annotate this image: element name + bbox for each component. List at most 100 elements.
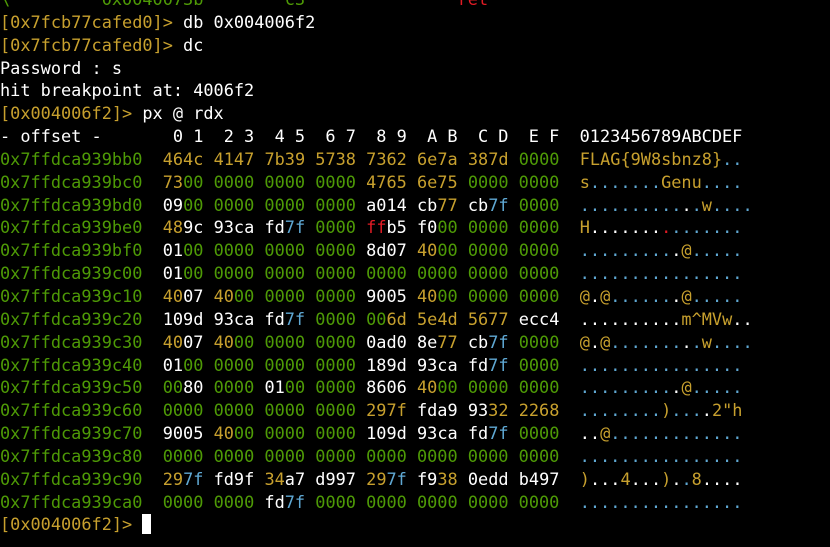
- terminal-text: @: [600, 331, 611, 352]
- terminal-cursor[interactable]: [142, 514, 152, 535]
- terminal-line: 0x7ffdca939bf0 0100 0000 0000 0000 8d07 …: [0, 239, 830, 262]
- terminal-text: 0x7ffdca939c00: [0, 263, 143, 284]
- terminal-text: 01: [162, 240, 184, 261]
- terminal-text: 8606: [366, 377, 407, 398]
- terminal-text: .: [681, 331, 692, 352]
- terminal-text: Genu: [661, 171, 702, 192]
- terminal-text: fd: [467, 354, 489, 375]
- terminal-line: 0x7ffdca939c00 0100 0000 0000 0000 0000 …: [0, 262, 830, 285]
- terminal-text: 8d07: [366, 240, 407, 261]
- terminal-text: .........: [579, 240, 672, 261]
- terminal-text: 0x7ffdca939be0: [0, 217, 143, 238]
- terminal-text: 7f: [284, 217, 306, 238]
- terminal-text: cb: [467, 194, 489, 215]
- terminal-text: 0000 0000: [264, 331, 356, 352]
- terminal-text: 00: [437, 240, 458, 261]
- terminal-line: [0x004006f2]> px @ rdx: [0, 102, 830, 125]
- terminal-text: ..........: [579, 308, 682, 329]
- terminal-text: 77: [437, 331, 458, 352]
- terminal-text: 6d: [386, 308, 407, 329]
- terminal-text: ....: [711, 331, 753, 352]
- terminal-line: 0x7ffdca939c50 0080 0000 0100 0000 8606 …: [0, 376, 830, 399]
- terminal-text: .: [671, 468, 682, 489]
- terminal-text: db 0x004006f2: [183, 11, 316, 32]
- terminal-line: Password : s: [0, 57, 830, 80]
- terminal-line: 0x7ffdca939be0 489c 93ca fd7f 0000 ffb5 …: [0, 216, 830, 239]
- terminal-text: 0x7ffdca939c60: [0, 400, 143, 421]
- terminal-text: 5e4d 5677: [416, 308, 509, 329]
- terminal-text: 0x7ffdca939c50: [0, 377, 143, 398]
- terminal-text: [0x004006f2]>: [0, 514, 143, 535]
- terminal-text: Password : s: [0, 57, 123, 78]
- terminal-text: 189d 93ca: [366, 354, 458, 375]
- terminal-text: 93: [467, 400, 489, 421]
- terminal-text: 0000 0000: [467, 217, 560, 238]
- terminal-text: .............: [610, 423, 743, 444]
- terminal-text: 0000 0000 0000 0000 0000 0000 0000 0000: [162, 445, 560, 466]
- terminal-text: .....: [691, 285, 743, 306]
- terminal-text: 7362: [366, 148, 407, 169]
- terminal-text: ret: [458, 0, 489, 9]
- terminal-text: 40: [417, 377, 438, 398]
- terminal-text: cb: [416, 194, 438, 215]
- terminal-text: [0x004006f2]>: [0, 103, 143, 124]
- terminal-text: 00: [183, 240, 204, 261]
- terminal-text: w: [701, 194, 712, 215]
- terminal-text: 00: [183, 171, 204, 192]
- terminal-text: ): [661, 468, 672, 489]
- terminal-line: 0x7ffdca939c60 0000 0000 0000 0000 297f …: [0, 399, 830, 422]
- terminal-text: m^MVw: [681, 308, 733, 329]
- terminal-text: .: [661, 217, 672, 238]
- terminal-text: 00: [162, 377, 184, 398]
- terminal-text: 40: [162, 285, 184, 306]
- terminal-text: 0x7ffdca939bb0: [0, 148, 143, 169]
- terminal-text: .: [681, 194, 692, 215]
- terminal-text: .: [671, 377, 682, 398]
- terminal-text: [0x7fcb77cafed0]>: [0, 11, 184, 32]
- terminal-text: 32: [488, 400, 509, 421]
- terminal-text: 73: [162, 171, 184, 192]
- terminal-text: ................: [579, 491, 743, 512]
- terminal-text: 0000 0000: [162, 491, 255, 512]
- terminal-text: 93ca: [213, 217, 255, 238]
- terminal-text: 4765 6e75: [366, 171, 458, 192]
- terminal-text: 00: [437, 377, 458, 398]
- terminal-text: 0x0040073b c3: [10, 0, 457, 9]
- terminal-text: .........: [579, 377, 672, 398]
- terminal-text: 00: [233, 285, 255, 306]
- terminal-output[interactable]: \ 0x0040073b c3 ret[0x7fcb77cafed0]> db …: [0, 0, 830, 536]
- terminal-text: .: [589, 285, 601, 306]
